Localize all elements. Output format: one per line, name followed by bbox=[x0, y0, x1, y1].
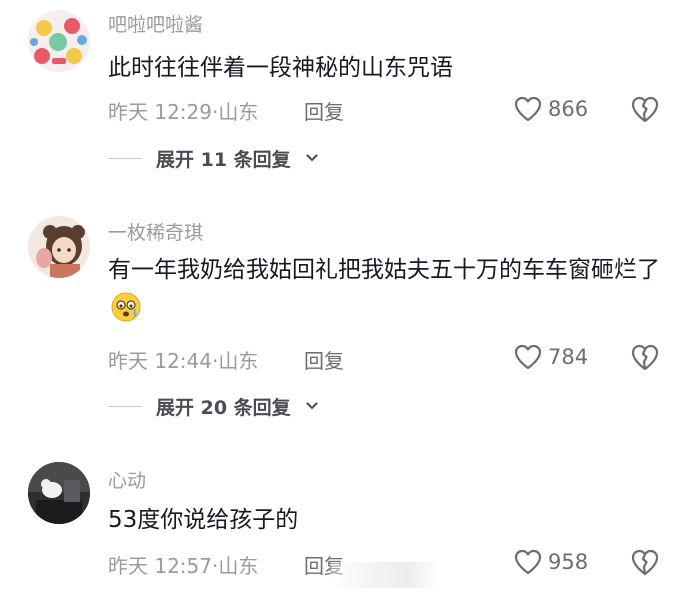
heart-icon bbox=[514, 344, 542, 370]
avatar[interactable] bbox=[28, 10, 90, 72]
photo-avatar-icon bbox=[28, 462, 90, 524]
like-count: 958 bbox=[548, 550, 589, 574]
username[interactable]: 心动 bbox=[108, 466, 146, 493]
broken-heart-icon[interactable] bbox=[630, 342, 660, 372]
broken-heart-icon[interactable] bbox=[630, 94, 660, 124]
avatar[interactable] bbox=[28, 462, 90, 524]
like-count: 866 bbox=[548, 97, 589, 121]
heart-icon bbox=[514, 549, 542, 575]
crying-face-emoji-icon bbox=[111, 292, 141, 322]
divider-line bbox=[108, 405, 142, 407]
comment-text: 有一年我奶给我姑回礼把我姑夫五十万的车车窗砸烂了 bbox=[108, 250, 668, 330]
expand-replies-label: 展开 11 条回复 bbox=[156, 148, 291, 171]
like-button[interactable]: 958 bbox=[514, 547, 588, 577]
chevron-down-icon bbox=[305, 402, 318, 410]
comment-text-content: 有一年我奶给我姑回礼把我姑夫五十万的车车窗砸烂了 bbox=[108, 257, 660, 283]
chevron-down-icon bbox=[305, 154, 318, 162]
like-button[interactable]: 866 bbox=[514, 94, 588, 124]
expand-replies-button[interactable]: 展开 11 条回复 bbox=[108, 145, 319, 171]
like-count: 784 bbox=[548, 345, 589, 369]
comment-text: 此时往往伴着一段神秘的山东咒语 bbox=[108, 55, 453, 81]
like-button[interactable]: 784 bbox=[514, 342, 588, 372]
avatar[interactable] bbox=[28, 216, 90, 278]
username[interactable]: 吧啦吧啦酱 bbox=[108, 10, 203, 37]
broken-heart-icon[interactable] bbox=[630, 547, 660, 577]
comment-time-location: 昨天 12:57·山东 bbox=[108, 554, 259, 578]
expand-replies-label: 展开 20 条回复 bbox=[156, 396, 291, 419]
username[interactable]: 一枚稀奇琪 bbox=[108, 218, 203, 245]
expand-replies-button[interactable]: 展开 20 条回复 bbox=[108, 393, 319, 419]
divider-line bbox=[108, 157, 142, 159]
cartoon-sticker-avatar-icon bbox=[28, 10, 90, 72]
reply-button[interactable]: 回复 bbox=[304, 345, 344, 374]
girl-illustration-avatar-icon bbox=[28, 216, 90, 278]
comment-time-location: 昨天 12:44·山东 bbox=[108, 349, 259, 373]
comment-time-location: 昨天 12:29·山东 bbox=[108, 100, 259, 124]
heart-icon bbox=[514, 96, 542, 122]
reply-button[interactable]: 回复 bbox=[304, 96, 344, 125]
comment-text: 53度你说给孩子的 bbox=[108, 507, 299, 533]
watermark-overlay bbox=[330, 562, 440, 588]
